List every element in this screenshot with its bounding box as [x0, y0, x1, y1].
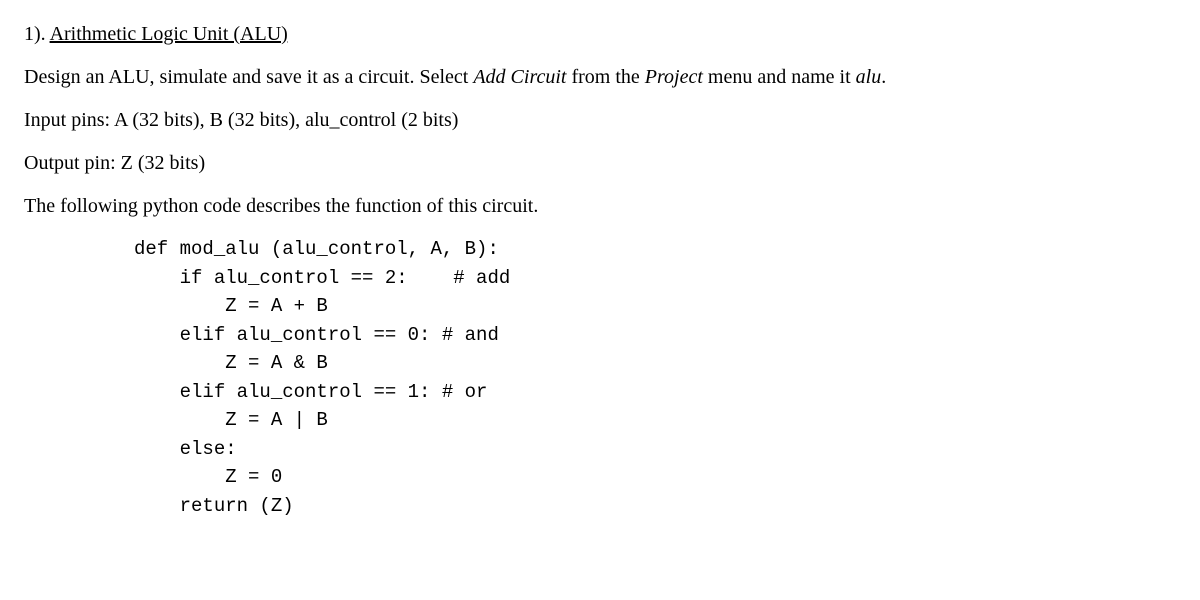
- code-line: return (Z): [134, 495, 294, 517]
- italic-project: Project: [645, 66, 703, 88]
- italic-add-circuit: Add Circuit: [473, 66, 566, 88]
- code-line: Z = A & B: [134, 352, 328, 374]
- text: .: [881, 66, 886, 88]
- paragraph-code-intro: The following python code describes the …: [24, 192, 1176, 221]
- heading-number: 1).: [24, 23, 50, 45]
- code-line: if alu_control == 2: # add: [134, 267, 510, 289]
- paragraph-output-pin: Output pin: Z (32 bits): [24, 149, 1176, 178]
- text: Design an ALU, simulate and save it as a…: [24, 66, 473, 88]
- text: from the: [566, 66, 644, 88]
- code-block: def mod_alu (alu_control, A, B): if alu_…: [134, 235, 1176, 520]
- text: menu and name it: [703, 66, 856, 88]
- code-line: def mod_alu (alu_control, A, B):: [134, 238, 499, 260]
- code-line: Z = 0: [134, 466, 282, 488]
- code-line: Z = A | B: [134, 409, 328, 431]
- code-line: Z = A + B: [134, 295, 328, 317]
- heading-title: Arithmetic Logic Unit (ALU): [50, 23, 288, 45]
- code-line: elif alu_control == 1: # or: [134, 381, 487, 403]
- code-line: else:: [134, 438, 237, 460]
- code-line: elif alu_control == 0: # and: [134, 324, 499, 346]
- section-heading: 1). Arithmetic Logic Unit (ALU): [24, 20, 1176, 49]
- italic-alu: alu: [856, 66, 882, 88]
- paragraph-input-pins: Input pins: A (32 bits), B (32 bits), al…: [24, 106, 1176, 135]
- paragraph-design: Design an ALU, simulate and save it as a…: [24, 63, 1176, 92]
